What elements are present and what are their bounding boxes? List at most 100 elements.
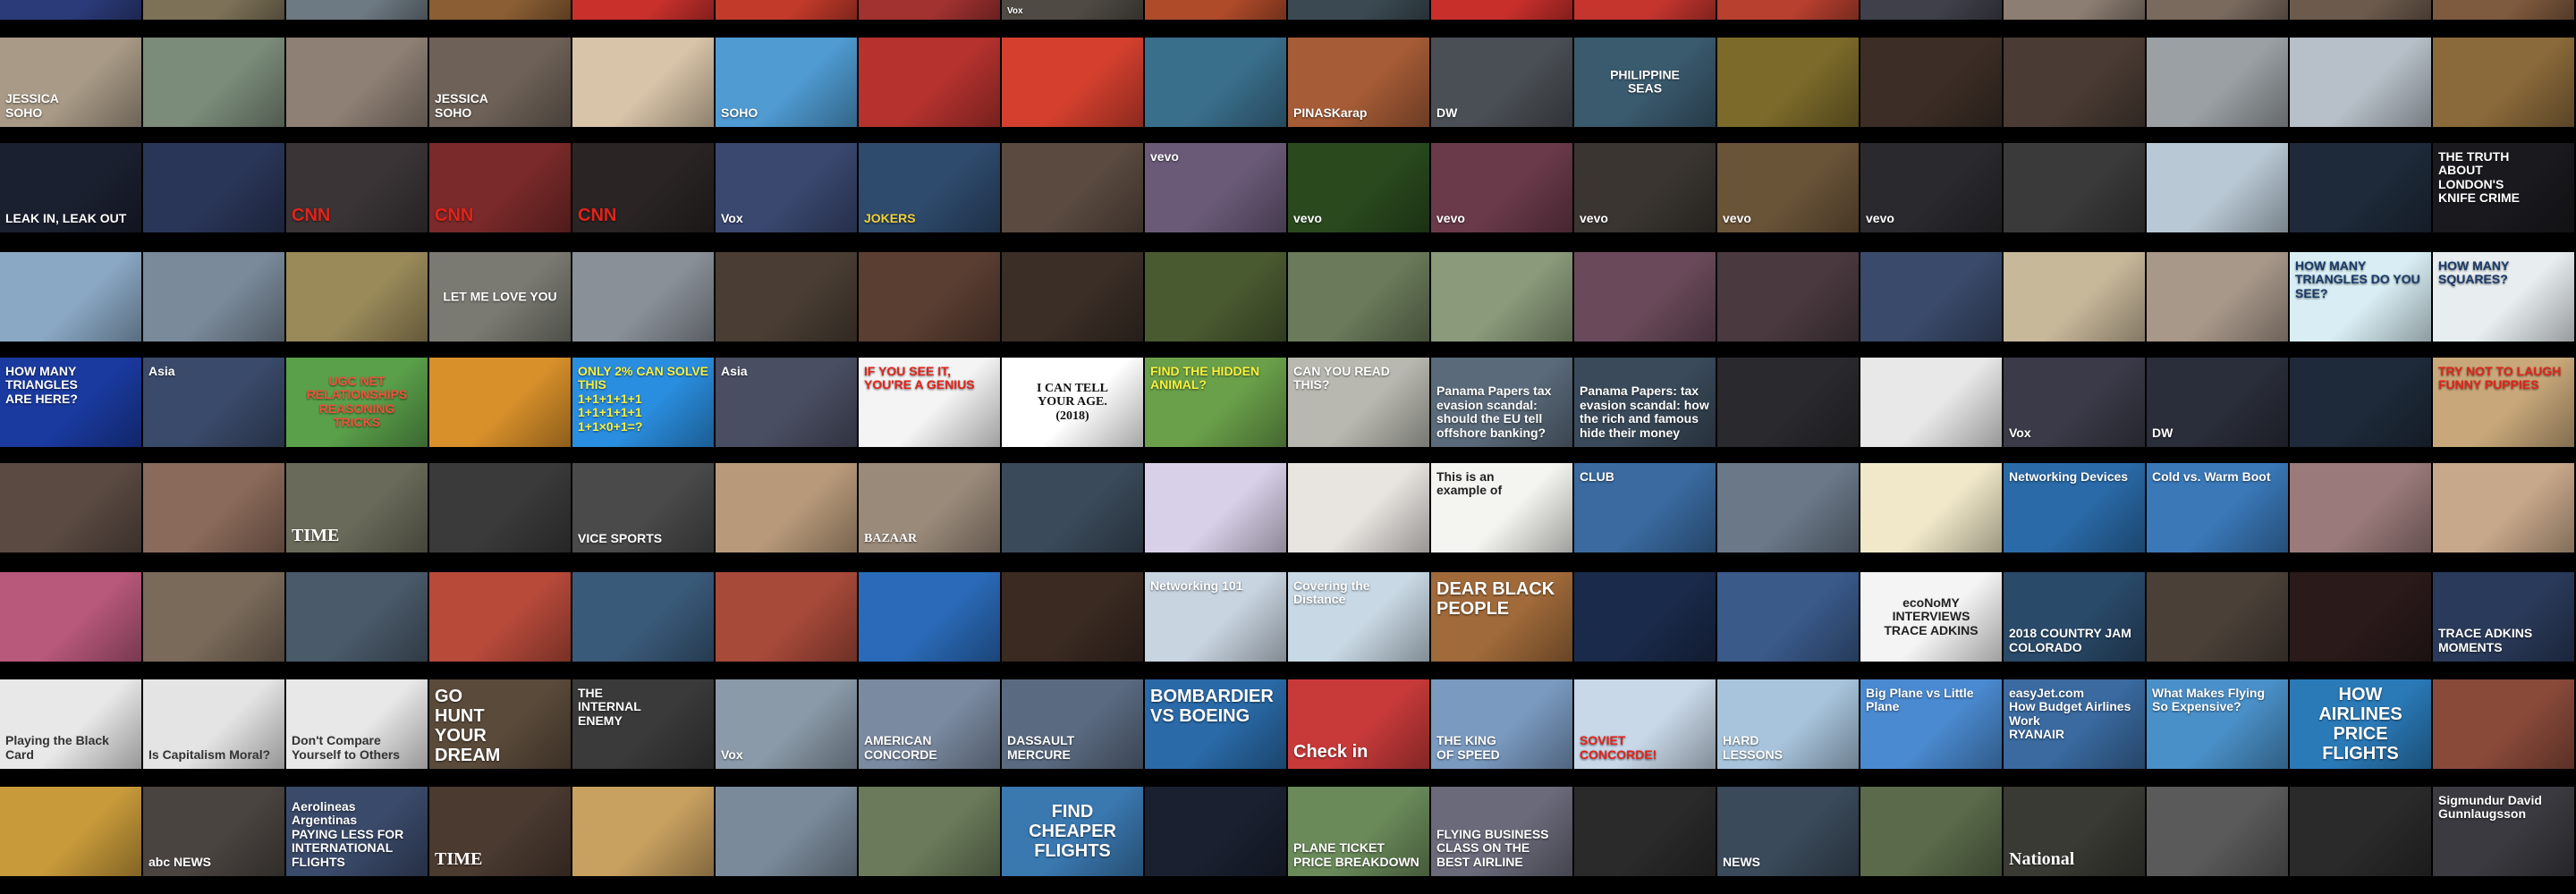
video-thumbnail[interactable]: CNN [572,143,714,232]
video-thumbnail[interactable]: Panama Papers tax evasion scandal: shoul… [1431,358,1572,447]
video-thumbnail[interactable]: Vox [716,143,857,232]
video-thumbnail[interactable] [2433,38,2574,127]
video-thumbnail[interactable]: ecoNoMY INTERVIEWS TRACE ADKINS [1860,572,2002,662]
video-thumbnail[interactable] [429,358,571,447]
video-thumbnail[interactable]: Vox [2004,358,2145,447]
video-thumbnail[interactable]: PLANE TICKET PRICE BREAKDOWN [1288,787,1429,876]
video-thumbnail[interactable]: This is an example of [1431,463,1572,552]
video-thumbnail[interactable] [1002,572,1143,662]
video-thumbnail[interactable]: THE TRUTH ABOUT LONDON'S KNIFE CRIME [2433,143,2574,232]
video-thumbnail[interactable] [0,787,141,876]
video-thumbnail[interactable]: TIME [429,787,571,876]
video-thumbnail[interactable]: Networking 101 [1145,572,1286,662]
video-thumbnail[interactable] [2147,38,2288,127]
video-thumbnail[interactable] [2433,0,2574,20]
video-thumbnail[interactable] [2290,0,2431,20]
video-thumbnail[interactable] [143,463,284,552]
video-thumbnail[interactable]: HOW AIRLINES PRICE FLIGHTS [2290,679,2431,769]
video-thumbnail[interactable] [1717,358,1859,447]
video-thumbnail[interactable]: vevo [1431,143,1572,232]
video-thumbnail[interactable] [429,0,571,20]
video-thumbnail[interactable] [143,38,284,127]
video-thumbnail[interactable] [1145,0,1286,20]
video-thumbnail[interactable]: Don't Compare Yourself to Others [286,679,428,769]
video-thumbnail[interactable] [859,787,1000,876]
video-thumbnail[interactable] [572,252,714,342]
video-thumbnail[interactable]: easyJet.com How Budget Airlines Work RYA… [2004,679,2145,769]
video-thumbnail[interactable] [859,38,1000,127]
video-thumbnail[interactable] [859,0,1000,20]
video-thumbnail[interactable]: UGC NET RELATIONSHIPS REASONING TRICKS [286,358,428,447]
video-thumbnail[interactable] [1860,0,2002,20]
video-thumbnail[interactable]: IF YOU SEE IT, YOU'RE A GENIUS [859,358,1000,447]
video-thumbnail[interactable]: Covering the Distance [1288,572,1429,662]
video-thumbnail[interactable]: vevo [1145,143,1286,232]
video-thumbnail[interactable]: CNN [286,143,428,232]
video-thumbnail[interactable]: HOW MANY SQUARES? [2433,252,2574,342]
video-thumbnail[interactable] [143,572,284,662]
video-thumbnail[interactable] [2147,252,2288,342]
video-thumbnail[interactable] [2290,463,2431,552]
video-thumbnail[interactable] [1717,252,1859,342]
video-thumbnail[interactable]: JESSICA SOHO [429,38,571,127]
video-thumbnail[interactable]: SOHO [716,38,857,127]
video-thumbnail[interactable]: FIND CHEAPER FLIGHTS [1002,787,1143,876]
video-thumbnail[interactable] [2290,572,2431,662]
video-thumbnail[interactable]: TRACE ADKINS MOMENTS [2433,572,2574,662]
video-thumbnail[interactable]: Vox [716,679,857,769]
video-thumbnail[interactable]: Is Capitalism Moral? [143,679,284,769]
video-thumbnail[interactable]: Asia [143,358,284,447]
video-thumbnail[interactable]: Cold vs. Warm Boot [2147,463,2288,552]
video-thumbnail[interactable] [1002,143,1143,232]
video-thumbnail[interactable]: Aerolineas Argentinas PAYING LESS FOR IN… [286,787,428,876]
video-thumbnail[interactable]: BAZAAR [859,463,1000,552]
video-thumbnail[interactable]: CNN [429,143,571,232]
video-thumbnail[interactable]: vevo [1717,143,1859,232]
video-thumbnail[interactable] [1145,787,1286,876]
video-thumbnail[interactable]: TIME [286,463,428,552]
video-thumbnail[interactable] [429,463,571,552]
video-thumbnail[interactable] [716,787,857,876]
video-thumbnail[interactable] [572,572,714,662]
video-thumbnail[interactable] [143,0,284,20]
video-thumbnail[interactable]: Vox [1002,0,1143,20]
video-thumbnail[interactable] [2433,679,2574,769]
video-thumbnail[interactable] [1860,38,2002,127]
video-thumbnail[interactable] [1002,463,1143,552]
video-thumbnail[interactable] [286,38,428,127]
video-thumbnail[interactable]: abc NEWS [143,787,284,876]
video-thumbnail[interactable]: vevo [1288,143,1429,232]
video-thumbnail[interactable] [0,572,141,662]
video-thumbnail[interactable] [1431,252,1572,342]
video-thumbnail[interactable] [1288,463,1429,552]
video-thumbnail[interactable] [1860,787,2002,876]
video-thumbnail[interactable] [1002,38,1143,127]
video-thumbnail[interactable] [2004,252,2145,342]
video-thumbnail[interactable] [2433,463,2574,552]
video-thumbnail[interactable] [572,787,714,876]
video-thumbnail[interactable]: DW [2147,358,2288,447]
video-thumbnail[interactable]: HOW MANY TRIANGLES ARE HERE? [0,358,141,447]
video-thumbnail[interactable]: Check in [1288,679,1429,769]
video-thumbnail[interactable] [716,572,857,662]
video-thumbnail[interactable]: FLYING BUSINESS CLASS ON THE BEST AIRLIN… [1431,787,1572,876]
video-thumbnail[interactable]: FIND THE HIDDEN ANIMAL? [1145,358,1286,447]
video-thumbnail[interactable] [1574,0,1716,20]
video-thumbnail[interactable] [2290,143,2431,232]
video-thumbnail[interactable]: CAN YOU READ THIS? [1288,358,1429,447]
video-thumbnail[interactable]: vevo [1574,143,1716,232]
video-thumbnail[interactable]: ONLY 2% CAN SOLVE THIS 1+1+1+1+1 1+1+1+1… [572,358,714,447]
video-thumbnail[interactable]: Big Plane vs Little Plane [1860,679,2002,769]
video-thumbnail[interactable]: PHILIPPINE SEAS [1574,38,1716,127]
video-thumbnail[interactable] [572,0,714,20]
video-thumbnail[interactable]: AMERICAN CONCORDE [859,679,1000,769]
video-thumbnail[interactable]: VICE SPORTS [572,463,714,552]
video-thumbnail[interactable] [2147,572,2288,662]
video-thumbnail[interactable] [429,572,571,662]
video-thumbnail[interactable]: I CAN TELL YOUR AGE. (2018) [1002,358,1143,447]
video-thumbnail[interactable]: TRY NOT TO LAUGH FUNNY PUPPIES [2433,358,2574,447]
video-thumbnail[interactable] [716,0,857,20]
video-thumbnail[interactable] [716,463,857,552]
video-thumbnail[interactable] [0,252,141,342]
video-thumbnail[interactable] [859,572,1000,662]
